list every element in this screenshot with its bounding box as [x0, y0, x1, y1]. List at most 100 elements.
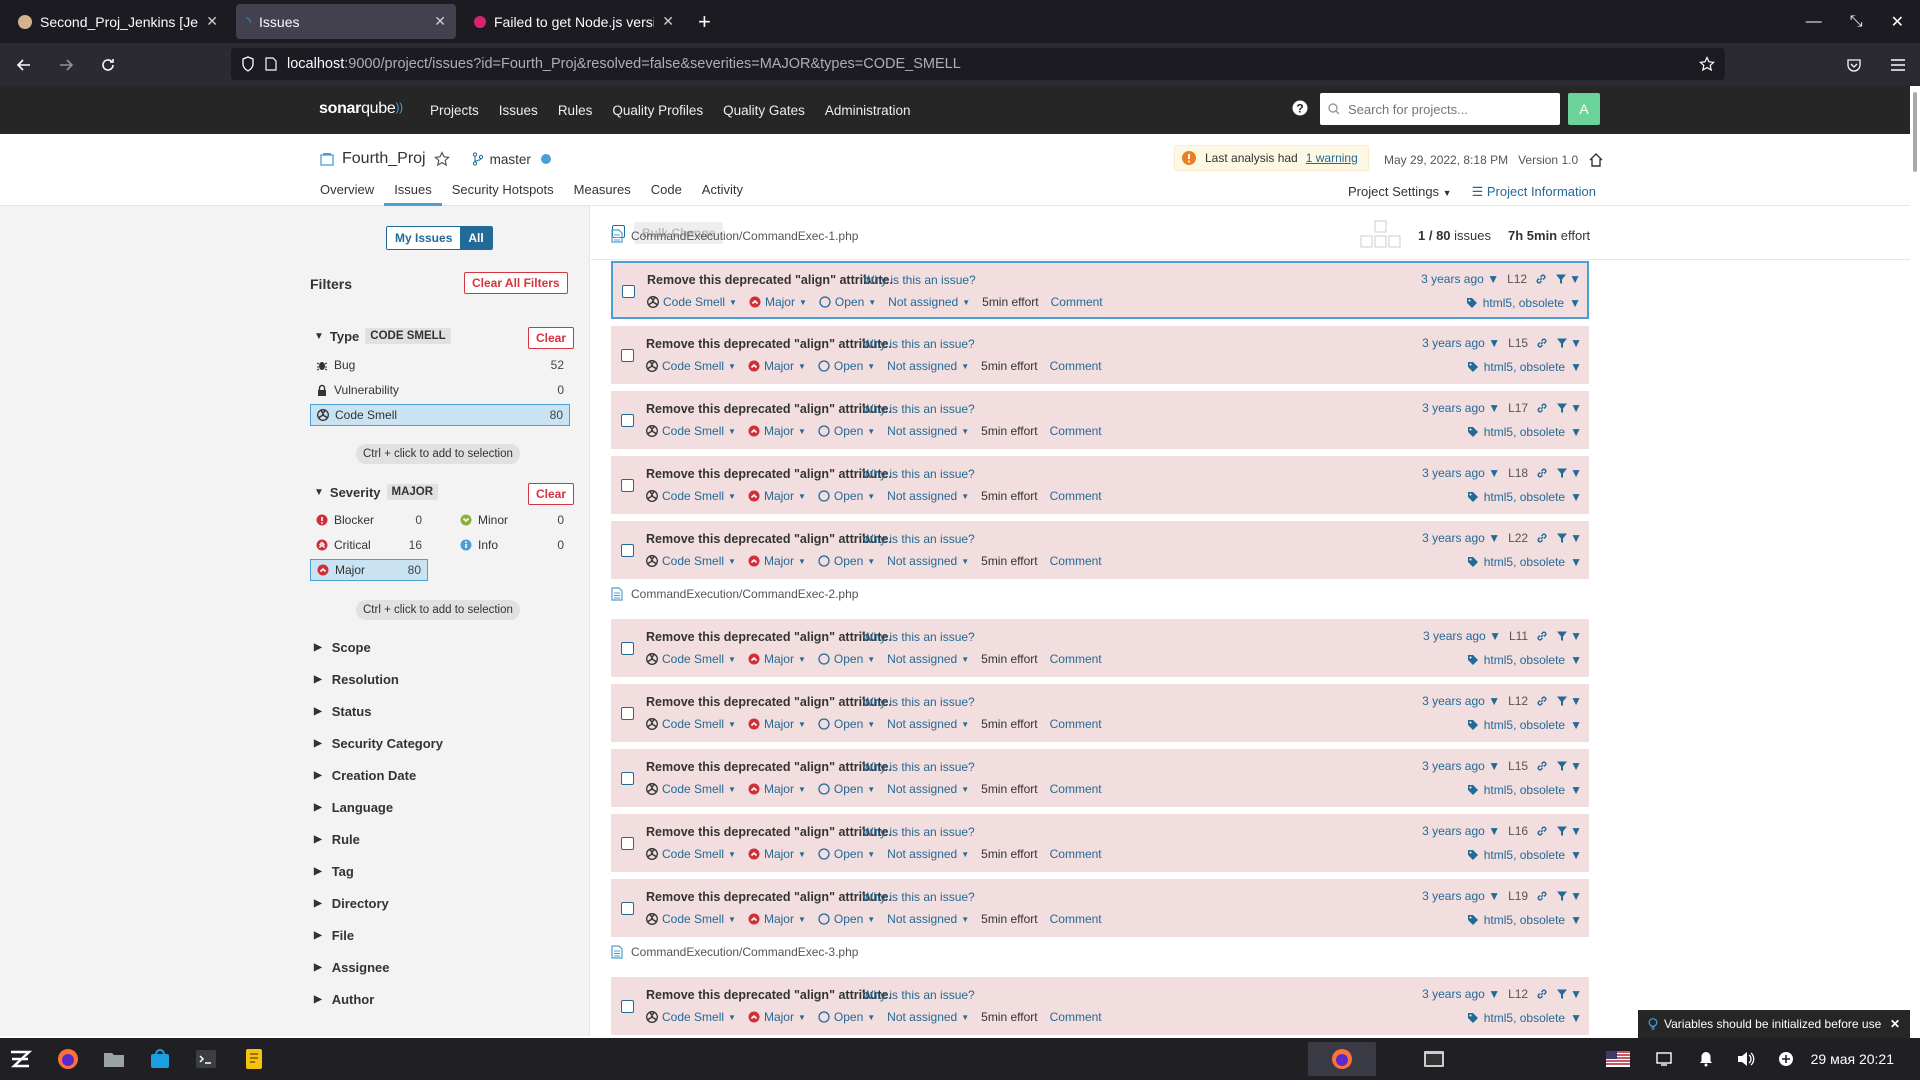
facet-tag[interactable]: ▶ Tag [314, 864, 354, 879]
sonarqube-logo[interactable]: sonarqube)) [319, 100, 403, 118]
filter-icon[interactable]: ▼ [1556, 759, 1582, 773]
tab-activity[interactable]: Activity [692, 182, 753, 206]
nav-rules[interactable]: Rules [548, 103, 603, 118]
firefox-window-button[interactable] [1308, 1042, 1376, 1076]
issue-assignee-dropdown[interactable]: Not assigned ▼ [887, 912, 969, 926]
project-information-link[interactable]: ☰ Project Information [1472, 184, 1596, 200]
file-path[interactable]: CommandExecution/CommandExec-2.php [631, 587, 858, 601]
issue-type-dropdown[interactable]: Code Smell ▼ [646, 554, 736, 568]
issue-tags-dropdown[interactable]: html5, obsolete ▼ [1466, 296, 1581, 310]
comment-link[interactable]: Comment [1050, 424, 1102, 438]
tab-code[interactable]: Code [641, 182, 692, 206]
close-tab-icon[interactable]: ✕ [206, 13, 218, 30]
issue-type-dropdown[interactable]: Code Smell ▼ [646, 489, 736, 503]
comment-link[interactable]: Comment [1050, 782, 1102, 796]
issue-status-dropdown[interactable]: Open ▼ [818, 717, 875, 731]
issue-type-dropdown[interactable]: Code Smell ▼ [646, 847, 736, 861]
issue-message[interactable]: Remove this deprecated "align" attribute… [646, 760, 892, 774]
filter-icon[interactable]: ▼ [1556, 889, 1582, 903]
files-icon[interactable] [100, 1045, 128, 1073]
issue-status-dropdown[interactable]: Open ▼ [818, 912, 875, 926]
issue-status-dropdown[interactable]: Open ▼ [818, 847, 875, 861]
why-link[interactable]: Why is this an issue? [862, 695, 975, 709]
scrollbar-thumb[interactable] [1913, 92, 1917, 172]
why-link[interactable]: Why is this an issue? [862, 402, 975, 416]
issue-assignee-dropdown[interactable]: Not assigned ▼ [887, 424, 969, 438]
my-issues-button[interactable]: My Issues [387, 227, 461, 249]
issue-assignee-dropdown[interactable]: Not assigned ▼ [887, 652, 969, 666]
permalink-icon[interactable] [1536, 988, 1548, 1000]
issue-assignee-dropdown[interactable]: Not assigned ▼ [887, 359, 969, 373]
comment-link[interactable]: Comment [1050, 489, 1102, 503]
issue-status-dropdown[interactable]: Open ▼ [818, 359, 875, 373]
issue-status-dropdown[interactable]: Open ▼ [818, 554, 875, 568]
issue-assignee-dropdown[interactable]: Not assigned ▼ [887, 847, 969, 861]
project-name[interactable]: Fourth_Proj [342, 150, 426, 168]
issue-message[interactable]: Remove this deprecated "align" attribute… [646, 402, 892, 416]
issue-severity-dropdown[interactable]: Major ▼ [748, 554, 806, 568]
url-bar[interactable]: localhost:9000/project/issues?id=Fourth_… [231, 48, 1725, 80]
issue-age-dropdown[interactable]: 3 years ago ▼ [1422, 466, 1500, 480]
shield-icon[interactable] [241, 56, 255, 72]
comment-link[interactable]: Comment [1050, 359, 1102, 373]
permalink-icon[interactable] [1536, 467, 1548, 479]
facet-item-critical[interactable]: Critical 16 [310, 534, 428, 556]
issue-status-dropdown[interactable]: Open ▼ [819, 295, 876, 309]
issue-age-dropdown[interactable]: 3 years ago ▼ [1422, 759, 1500, 773]
issue-severity-dropdown[interactable]: Major ▼ [748, 912, 806, 926]
us-flag-icon[interactable] [1604, 1045, 1632, 1073]
pocket-icon[interactable] [1846, 57, 1862, 73]
issue-item[interactable]: Remove this deprecated "align" attribute… [611, 261, 1589, 319]
issue-assignee-dropdown[interactable]: Not assigned ▼ [887, 489, 969, 503]
issue-tags-dropdown[interactable]: html5, obsolete ▼ [1467, 913, 1582, 927]
restore-icon[interactable]: ⤡ [1850, 13, 1863, 31]
network-icon[interactable] [1772, 1045, 1800, 1073]
issue-status-dropdown[interactable]: Open ▼ [818, 782, 875, 796]
issue-age-dropdown[interactable]: 3 years ago ▼ [1422, 401, 1500, 415]
issue-checkbox[interactable] [621, 772, 634, 785]
issue-checkbox[interactable] [621, 414, 634, 427]
why-link[interactable]: Why is this an issue? [862, 760, 975, 774]
issue-assignee-dropdown[interactable]: Not assigned ▼ [888, 295, 970, 309]
why-link[interactable]: Why is this an issue? [862, 890, 975, 904]
issue-severity-dropdown[interactable]: Major ▼ [749, 295, 807, 309]
permalink-icon[interactable] [1536, 532, 1548, 544]
issue-item[interactable]: Remove this deprecated "align" attribute… [611, 814, 1589, 872]
permalink-icon[interactable] [1536, 760, 1548, 772]
all-issues-button[interactable]: All [460, 227, 492, 249]
issue-message[interactable]: Remove this deprecated "align" attribute… [647, 273, 893, 287]
tab-measures[interactable]: Measures [564, 182, 641, 206]
comment-link[interactable]: Comment [1050, 652, 1102, 666]
close-tab-icon[interactable]: ✕ [434, 13, 446, 30]
issue-checkbox[interactable] [621, 902, 634, 915]
filter-icon[interactable]: ▼ [1556, 401, 1582, 415]
firefox-icon[interactable] [54, 1045, 82, 1073]
forward-icon[interactable] [48, 47, 84, 83]
issue-severity-dropdown[interactable]: Major ▼ [748, 359, 806, 373]
issue-tags-dropdown[interactable]: html5, obsolete ▼ [1467, 848, 1582, 862]
tab-overview[interactable]: Overview [320, 182, 384, 206]
issue-assignee-dropdown[interactable]: Not assigned ▼ [887, 717, 969, 731]
issue-type-dropdown[interactable]: Code Smell ▼ [646, 424, 736, 438]
facet-item-info[interactable]: Info 0 [454, 534, 570, 556]
issue-severity-dropdown[interactable]: Major ▼ [748, 847, 806, 861]
facet-status[interactable]: ▶ Status [314, 704, 371, 719]
software-store-icon[interactable] [146, 1045, 174, 1073]
search-input[interactable] [1348, 101, 1548, 117]
filter-icon[interactable]: ▼ [1556, 336, 1582, 350]
issue-message[interactable]: Remove this deprecated "align" attribute… [646, 532, 892, 546]
issue-tags-dropdown[interactable]: html5, obsolete ▼ [1467, 360, 1582, 374]
issue-checkbox[interactable] [621, 349, 634, 362]
issue-checkbox[interactable] [621, 479, 634, 492]
issue-status-dropdown[interactable]: Open ▼ [818, 1010, 875, 1024]
type-facet-header[interactable]: ▼ Type CODE SMELL [314, 328, 451, 344]
comment-link[interactable]: Comment [1050, 554, 1102, 568]
issue-severity-dropdown[interactable]: Major ▼ [748, 424, 806, 438]
issue-item[interactable]: Remove this deprecated "align" attribute… [611, 521, 1589, 579]
issue-type-dropdown[interactable]: Code Smell ▼ [647, 295, 737, 309]
facet-item-minor[interactable]: Minor 0 [454, 509, 570, 531]
display-icon[interactable] [1650, 1045, 1678, 1073]
issue-severity-dropdown[interactable]: Major ▼ [748, 489, 806, 503]
permalink-icon[interactable] [1536, 890, 1548, 902]
close-window-icon[interactable]: ✕ [1891, 12, 1904, 32]
